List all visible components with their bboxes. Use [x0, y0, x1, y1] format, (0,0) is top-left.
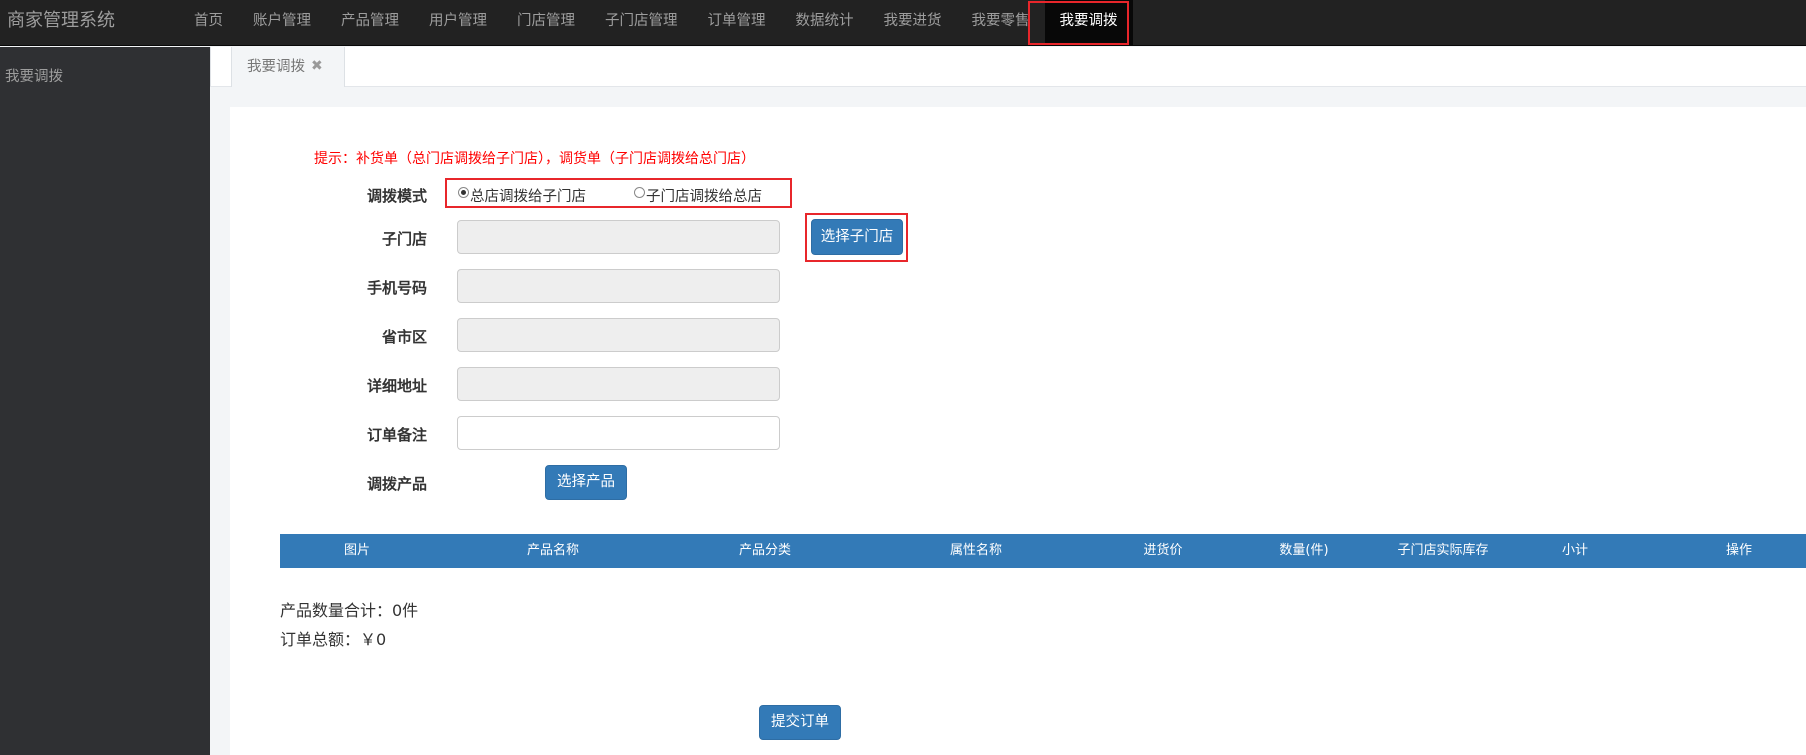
nav-item-product[interactable]: 产品管理	[326, 0, 414, 46]
sub-store-label: 子门店	[381, 230, 427, 248]
phone-input[interactable]	[457, 269, 780, 303]
mode-label: 调拨模式	[366, 187, 427, 205]
tab-transfer[interactable]: 我要调拨	[231, 47, 345, 87]
remark-input[interactable]	[457, 416, 780, 450]
nav-item-transfer[interactable]: 我要调拨	[1044, 0, 1133, 46]
select-product-button[interactable]: 选择产品	[545, 465, 627, 500]
column-header-purchase-price: 进货价	[1143, 543, 1183, 558]
order-total: 订单总额：￥0	[280, 630, 387, 649]
remark-label: 订单备注	[366, 426, 427, 444]
tab-strip: 我要调拨	[210, 47, 1806, 87]
radio-hq-to-sub[interactable]	[458, 187, 469, 198]
nav-item-order[interactable]: 订单管理	[693, 0, 781, 46]
column-header-quantity: 数量(件)	[1279, 543, 1329, 558]
sidebar: 我要调拨	[0, 47, 210, 755]
nav-menu: 首页 账户管理 产品管理 用户管理 门店管理 子门店管理 订单管理 数据统计 我…	[179, 0, 1133, 46]
sidebar-item-transfer[interactable]: 我要调拨	[5, 65, 63, 86]
column-header-product-name: 产品名称	[526, 543, 580, 558]
sub-store-input[interactable]	[457, 220, 780, 254]
column-header-category: 产品分类	[738, 543, 792, 558]
top-navbar: 商家管理系统 首页 账户管理 产品管理 用户管理 门店管理 子门店管理 订单管理…	[0, 0, 1806, 46]
nav-item-sub-store[interactable]: 子门店管理	[590, 0, 693, 46]
select-sub-store-button[interactable]: 选择子门店	[811, 219, 903, 255]
phone-label: 手机号码	[366, 279, 427, 297]
product-label: 调拨产品	[366, 475, 427, 493]
radio-label-hq-to-sub: 总店调拨给子门店	[470, 189, 586, 205]
address-input[interactable]	[457, 367, 780, 401]
nav-item-purchase[interactable]: 我要进货	[869, 0, 957, 46]
nav-item-account[interactable]: 账户管理	[238, 0, 326, 46]
column-header-image: 图片	[343, 543, 371, 558]
column-header-subtotal: 小计	[1561, 543, 1589, 558]
radio-label-sub-to-hq: 子门店调拨给总店	[646, 189, 762, 205]
region-label: 省市区	[381, 328, 427, 346]
nav-item-user[interactable]: 用户管理	[414, 0, 502, 46]
quantity-total: 产品数量合计：0件	[280, 601, 419, 620]
tip-text: 提示：补货单（总门店调拨给子门店），调货单（子门店调拨给总门店）	[314, 151, 755, 167]
nav-item-store[interactable]: 门店管理	[502, 0, 590, 46]
radio-sub-to-hq[interactable]	[634, 187, 645, 198]
product-table-header: 图片 产品名称 产品分类 属性名称 进货价 数量(件) 子门店实际库存 小计 操…	[280, 534, 1806, 568]
nav-item-statistics[interactable]: 数据统计	[781, 0, 869, 46]
close-icon[interactable]: ✖	[311, 58, 323, 74]
column-header-attribute: 属性名称	[949, 543, 1003, 558]
app-title: 商家管理系统	[7, 10, 115, 31]
address-label: 详细地址	[366, 377, 427, 395]
column-header-sub-store-stock: 子门店实际库存	[1397, 543, 1489, 558]
nav-item-retail[interactable]: 我要零售	[957, 0, 1045, 46]
column-header-actions: 操作	[1725, 543, 1753, 558]
nav-item-home[interactable]: 首页	[179, 0, 238, 46]
submit-order-button[interactable]: 提交订单	[759, 705, 841, 740]
region-input[interactable]	[457, 318, 780, 352]
